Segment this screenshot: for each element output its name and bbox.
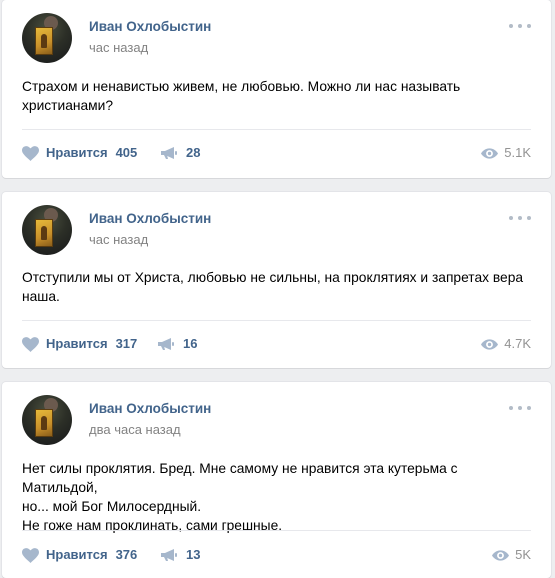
post-time[interactable]: два часа назад <box>89 422 181 437</box>
avatar[interactable] <box>22 395 72 445</box>
like-button[interactable]: Нравится 376 <box>22 545 137 565</box>
post-text-line: Страхом и ненавистью живем, не любовью. … <box>22 79 461 94</box>
eye-icon <box>481 147 499 159</box>
eye-icon <box>481 338 499 350</box>
post-card: Иван Охлобыстин два часа назад Нет силы … <box>2 382 551 578</box>
like-count: 376 <box>115 547 138 562</box>
megaphone-icon <box>161 549 177 561</box>
post-header: Иван Охлобыстин час назад <box>22 13 531 65</box>
like-label: Нравится <box>46 145 108 160</box>
post-footer: Нравится 405 28 5.1K <box>22 143 531 163</box>
post-text: Отступили мы от Христа, любовью не сильн… <box>22 268 529 306</box>
avatar-icon-image <box>35 219 53 247</box>
post-text-line: Отступили мы от Христа, любовью не сильн… <box>22 270 524 285</box>
post-header: Иван Охлобыстин два часа назад <box>22 395 531 447</box>
share-count: 13 <box>186 547 201 562</box>
share-count: 16 <box>183 336 198 351</box>
views: 4.7K <box>481 334 531 354</box>
share-count: 28 <box>186 145 201 160</box>
share-button[interactable]: 13 <box>160 545 200 565</box>
avatar[interactable] <box>22 205 72 255</box>
views-count: 5.1K <box>504 145 531 160</box>
post-text-line: Не гоже нам проклинать, сами грешные. <box>22 518 283 533</box>
post-card: Иван Охлобыстин час назад Страхом и нена… <box>2 0 551 178</box>
views-count: 4.7K <box>504 336 531 351</box>
like-label: Нравится <box>46 336 108 351</box>
divider <box>22 129 531 130</box>
author-name[interactable]: Иван Охлобыстин <box>89 19 211 34</box>
megaphone-icon <box>161 147 177 159</box>
post-text-line: наша. <box>22 289 60 304</box>
avatar-icon-image <box>35 409 53 437</box>
like-button[interactable]: Нравится 317 <box>22 334 137 354</box>
author-name[interactable]: Иван Охлобыстин <box>89 211 211 226</box>
post-footer: Нравится 317 16 4.7K <box>22 334 531 354</box>
like-button[interactable]: Нравится 405 <box>22 143 137 163</box>
like-label: Нравится <box>46 547 108 562</box>
eye-icon <box>492 549 510 561</box>
post-time[interactable]: час назад <box>89 40 148 55</box>
post-text-line: Нет силы проклятия. Бред. Мне самому не … <box>22 461 458 495</box>
share-button[interactable]: 28 <box>160 143 200 163</box>
like-count: 317 <box>115 336 138 351</box>
post-text: Нет силы проклятия. Бред. Мне самому не … <box>22 459 529 535</box>
post-time[interactable]: час назад <box>89 232 148 247</box>
heart-icon <box>22 547 39 563</box>
heart-icon <box>22 145 39 161</box>
avatar-icon-image <box>35 27 53 55</box>
post-header: Иван Охлобыстин час назад <box>22 205 531 257</box>
more-dots-icon[interactable] <box>509 213 531 223</box>
post-footer: Нравится 376 13 5K <box>22 545 531 565</box>
post-text-line: но... мой Бог Милосердный. <box>22 499 202 514</box>
share-button[interactable]: 16 <box>157 334 197 354</box>
divider <box>22 320 531 321</box>
like-count: 405 <box>115 145 138 160</box>
more-dots-icon[interactable] <box>509 21 531 31</box>
post-card: Иван Охлобыстин час назад Отступили мы о… <box>2 192 551 368</box>
views: 5K <box>492 545 531 565</box>
megaphone-icon <box>158 338 174 350</box>
author-name[interactable]: Иван Охлобыстин <box>89 401 211 416</box>
views: 5.1K <box>481 143 531 163</box>
heart-icon <box>22 336 39 352</box>
post-text-line: христианами? <box>22 98 114 113</box>
divider <box>22 530 531 531</box>
post-text: Страхом и ненавистью живем, не любовью. … <box>22 77 529 115</box>
more-dots-icon[interactable] <box>509 403 531 413</box>
avatar[interactable] <box>22 13 72 63</box>
views-count: 5K <box>515 547 531 562</box>
